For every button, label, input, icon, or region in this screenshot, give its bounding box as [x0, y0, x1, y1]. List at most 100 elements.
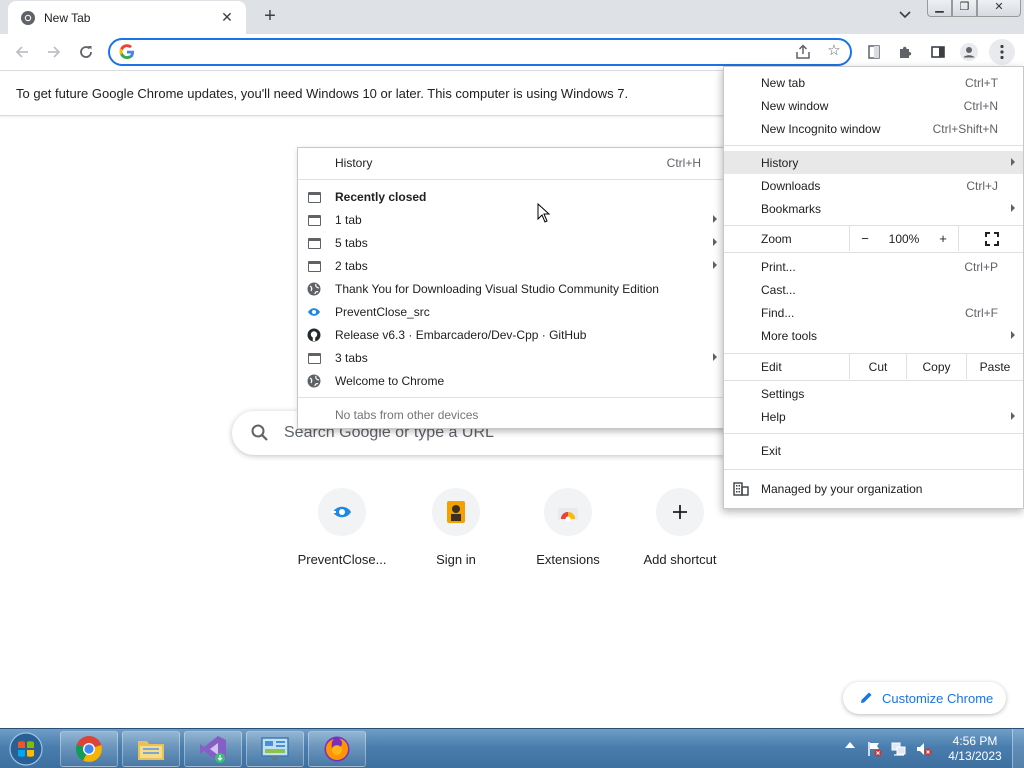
taskbar-clock[interactable]: 4:56 PM 4/13/2023	[944, 734, 1006, 764]
taskbar-explorer[interactable]	[122, 731, 180, 767]
tab-icon	[307, 259, 321, 273]
shortcut-label: PreventClose...	[297, 552, 387, 567]
submenu-arrow-icon	[713, 261, 717, 269]
search-icon	[251, 424, 268, 441]
profile-button[interactable]	[957, 40, 981, 64]
forward-button[interactable]	[42, 40, 66, 64]
shortcut-tile	[432, 488, 480, 536]
add-shortcut-button[interactable]: Add shortcut	[624, 488, 736, 567]
shortcut-label: Sign in	[436, 552, 476, 567]
fullscreen-icon	[985, 232, 999, 246]
bookmark-star-icon[interactable]: ☆	[824, 40, 844, 62]
preventclose-icon	[307, 305, 321, 319]
paste-button[interactable]: Paste	[966, 354, 1023, 379]
new-tab-button[interactable]: +	[258, 6, 282, 28]
back-arrow-icon	[15, 46, 28, 58]
menu-item-help[interactable]: Help	[724, 405, 1023, 428]
submenu-arrow-icon	[713, 353, 717, 361]
reload-icon	[80, 46, 92, 58]
action-center-flag-icon[interactable]	[866, 741, 882, 757]
taskbar-visual-studio[interactable]	[184, 731, 242, 767]
windows-start-icon[interactable]	[6, 731, 46, 767]
edit-row: Edit Cut Copy Paste	[724, 354, 1023, 379]
menu-item-new-incognito[interactable]: New Incognito window Ctrl+Shift+N	[724, 117, 1023, 140]
mouse-cursor-icon	[537, 203, 551, 223]
tab-search-icon[interactable]	[895, 8, 915, 26]
menu-item-managed[interactable]: Managed by your organization	[724, 477, 1023, 500]
side-panel-button[interactable]	[926, 40, 950, 64]
visual-studio-icon	[200, 736, 226, 763]
recently-closed-item[interactable]: PreventClose_src	[298, 301, 725, 324]
cut-button[interactable]: Cut	[849, 354, 906, 379]
no-tabs-other-devices: No tabs from other devices	[335, 408, 479, 422]
zoom-in-button[interactable]: +	[928, 231, 958, 246]
shortcut-extensions[interactable]: Extensions	[512, 488, 624, 567]
menu-item-cast[interactable]: Cast...	[724, 278, 1023, 301]
shortcut-preventclose[interactable]: PreventClose...	[286, 488, 398, 567]
taskbar-firefox[interactable]	[308, 731, 366, 767]
extensions-button[interactable]	[894, 40, 918, 64]
avatar-icon	[960, 43, 978, 61]
minimize-button[interactable]: ▁	[927, 0, 952, 17]
fullscreen-button[interactable]	[969, 229, 1015, 249]
menu-item-find[interactable]: Find... Ctrl+F	[724, 301, 1023, 324]
clock-date: 4/13/2023	[948, 749, 1002, 763]
window-controls: ▁ ❐ ✕	[927, 0, 1021, 18]
address-input[interactable]	[142, 42, 782, 62]
menu-item-downloads[interactable]: Downloads Ctrl+J	[724, 174, 1023, 197]
menu-item-bookmarks[interactable]: Bookmarks	[724, 197, 1023, 220]
menu-item-new-tab[interactable]: New tab Ctrl+T	[724, 71, 1023, 94]
copy-button[interactable]: Copy	[906, 354, 966, 379]
back-button[interactable]	[10, 40, 34, 64]
side-panel-icon	[931, 46, 945, 58]
submenu-arrow-icon	[1011, 331, 1015, 339]
tab-new-tab[interactable]: New Tab ✕	[8, 1, 246, 34]
show-desktop-button[interactable]	[1012, 729, 1024, 768]
shortcut-tile	[318, 488, 366, 536]
tab-strip: New Tab ✕ + ▁ ❐ ✕	[0, 0, 1024, 34]
omnibox[interactable]: ☆	[108, 38, 852, 66]
recently-closed-item[interactable]: 2 tabs	[298, 255, 725, 278]
taskbar-chrome[interactable]	[60, 731, 118, 767]
shortcut-sign-in[interactable]: Sign in	[400, 488, 512, 567]
tab-icon	[307, 236, 321, 250]
tab-title: New Tab	[44, 10, 91, 25]
google-g-icon	[119, 44, 134, 59]
menu-separator	[724, 380, 1023, 381]
submenu-arrow-icon	[1011, 204, 1015, 212]
volume-muted-icon[interactable]	[916, 741, 932, 757]
customize-chrome-button[interactable]: Customize Chrome	[843, 682, 1006, 714]
menu-item-history[interactable]: History	[724, 151, 1023, 174]
close-window-button[interactable]: ✕	[977, 0, 1021, 17]
zoom-out-button[interactable]: −	[850, 231, 880, 246]
menu-item-settings[interactable]: Settings	[724, 382, 1023, 405]
chrome-menu-button[interactable]	[989, 39, 1015, 65]
shortcut-label: Add shortcut	[643, 552, 717, 567]
zoom-row: Zoom − 100% +	[724, 226, 1023, 251]
network-icon[interactable]	[891, 741, 907, 757]
close-tab-icon[interactable]: ✕	[218, 9, 236, 27]
submenu-arrow-icon	[713, 238, 717, 246]
recently-closed-item[interactable]: Welcome to Chrome	[298, 370, 725, 393]
restore-button[interactable]: ❐	[952, 0, 977, 17]
submenu-arrow-icon	[713, 215, 717, 223]
menu-item-print[interactable]: Print... Ctrl+P	[724, 255, 1023, 278]
recently-closed-item[interactable]: 5 tabs	[298, 232, 725, 255]
preventclose-icon	[331, 506, 351, 518]
menu-item-more-tools[interactable]: More tools	[724, 324, 1023, 347]
taskbar-control-panel[interactable]	[246, 731, 304, 767]
reading-mode-button[interactable]	[862, 40, 886, 64]
menu-separator	[724, 433, 1023, 434]
menu-item-exit[interactable]: Exit	[724, 439, 1023, 462]
reload-button[interactable]	[74, 40, 98, 64]
share-icon[interactable]	[794, 43, 812, 61]
history-menu-item[interactable]: History Ctrl+H	[298, 152, 725, 175]
recently-closed-item[interactable]: 3 tabs	[298, 347, 725, 370]
menu-item-new-window[interactable]: New window Ctrl+N	[724, 94, 1023, 117]
recently-closed-item[interactable]: 1 tab	[298, 209, 725, 232]
chrome-webstore-icon	[558, 508, 578, 521]
menu-separator	[724, 469, 1023, 470]
recently-closed-item[interactable]: Release v6.3 · Embarcadero/Dev-Cpp · Git…	[298, 324, 725, 347]
recently-closed-item[interactable]: Thank You for Downloading Visual Studio …	[298, 278, 725, 301]
tray-overflow-icon[interactable]	[845, 742, 855, 748]
